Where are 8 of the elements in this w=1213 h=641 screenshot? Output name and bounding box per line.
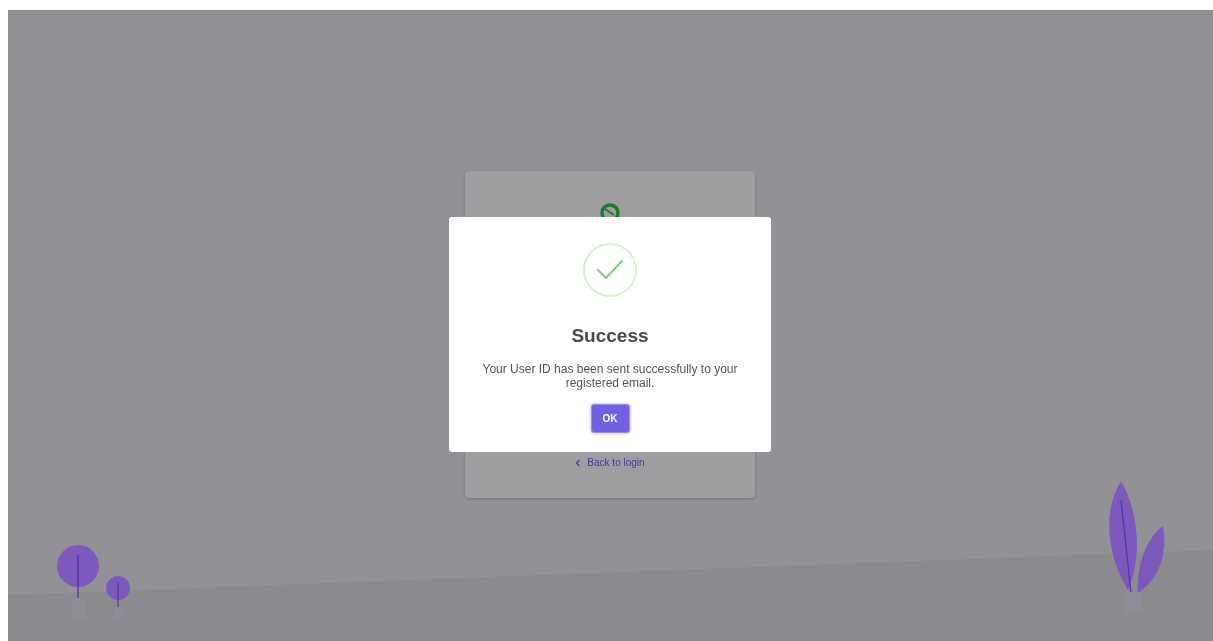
dialog-message: Your User ID has been sent successfully to your registered email.	[481, 362, 739, 390]
check-circle-icon	[582, 242, 638, 298]
back-to-login-link[interactable]: Back to login	[575, 457, 645, 468]
dialog-title: Success	[571, 325, 649, 347]
small-tree-plant-drawing	[106, 576, 130, 620]
back-to-login-text[interactable]: Back to login	[587, 457, 645, 468]
ok-button[interactable]: OK	[590, 404, 630, 433]
chevron-left-icon	[575, 458, 582, 467]
